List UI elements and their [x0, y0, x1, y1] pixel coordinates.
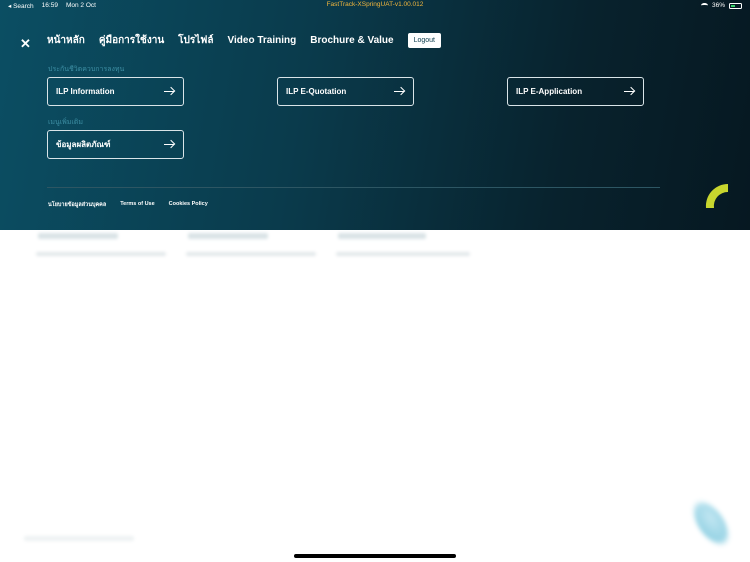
card-ilp-e-quotation[interactable]: ILP E-Quotation — [277, 77, 414, 106]
divider — [47, 187, 660, 188]
battery-percent: 36% — [711, 2, 725, 9]
main-nav: หน้าหลัก คู่มือการใช้งาน โปรไฟล์ Video T… — [47, 33, 441, 48]
brand-logo-icon — [705, 183, 728, 208]
footer-link-terms[interactable]: Terms of Use — [120, 201, 154, 209]
section-label-ilp: ประกันชีวิตควบการลงทุน — [48, 66, 125, 73]
card-ilp-information[interactable]: ILP Information — [47, 77, 184, 106]
card-label: ILP Information — [56, 87, 115, 96]
arrow-right-icon — [624, 87, 635, 96]
nav-item-manual[interactable]: คู่มือการใช้งาน — [99, 33, 164, 48]
background-row — [38, 233, 118, 239]
nav-item-video-training[interactable]: Video Training — [228, 35, 297, 46]
nav-item-home[interactable]: หน้าหลัก — [47, 33, 85, 48]
menu-overlay: ◂ Search 16:59 Mon 2 Oct FastTrack-XSpri… — [0, 0, 750, 230]
background-row — [338, 233, 426, 239]
status-bar: ◂ Search 16:59 Mon 2 Oct FastTrack-XSpri… — [0, 0, 750, 12]
card-ilp-e-application[interactable]: ILP E-Application — [507, 77, 644, 106]
nav-item-brochure[interactable]: Brochure & Value — [310, 35, 393, 46]
footer-links: นโยบายข้อมูลส่วนบุคคล Terms of Use Cooki… — [48, 201, 208, 209]
card-label: ILP E-Quotation — [286, 87, 347, 96]
background-footer-text — [24, 536, 134, 541]
app-version: FastTrack-XSpringUAT-v1.00.012 — [326, 1, 424, 8]
nav-item-profile[interactable]: โปรไฟล์ — [178, 33, 213, 48]
section-label-more: เมนูเพิ่มเติม — [48, 119, 83, 126]
card-label: ILP E-Application — [516, 87, 583, 96]
logout-button[interactable]: Logout — [407, 33, 441, 48]
arrow-right-icon — [164, 140, 175, 149]
background-row — [336, 252, 470, 256]
home-indicator — [294, 554, 456, 558]
card-label: ข้อมูลผลิตภัณฑ์ — [56, 140, 111, 149]
background-row — [36, 252, 166, 256]
wifi-icon — [700, 3, 708, 8]
battery-icon — [729, 2, 742, 9]
arrow-right-icon — [164, 87, 175, 96]
background-row — [188, 233, 268, 239]
chat-fab-icon — [687, 496, 735, 550]
footer-link-privacy[interactable]: นโยบายข้อมูลส่วนบุคคล — [48, 201, 106, 209]
footer-link-cookies[interactable]: Cookies Policy — [169, 201, 208, 209]
card-product-info[interactable]: ข้อมูลผลิตภัณฑ์ — [47, 130, 184, 159]
arrow-right-icon — [394, 87, 405, 96]
close-icon[interactable]: ✕ — [20, 36, 31, 52]
background-row — [186, 252, 316, 256]
